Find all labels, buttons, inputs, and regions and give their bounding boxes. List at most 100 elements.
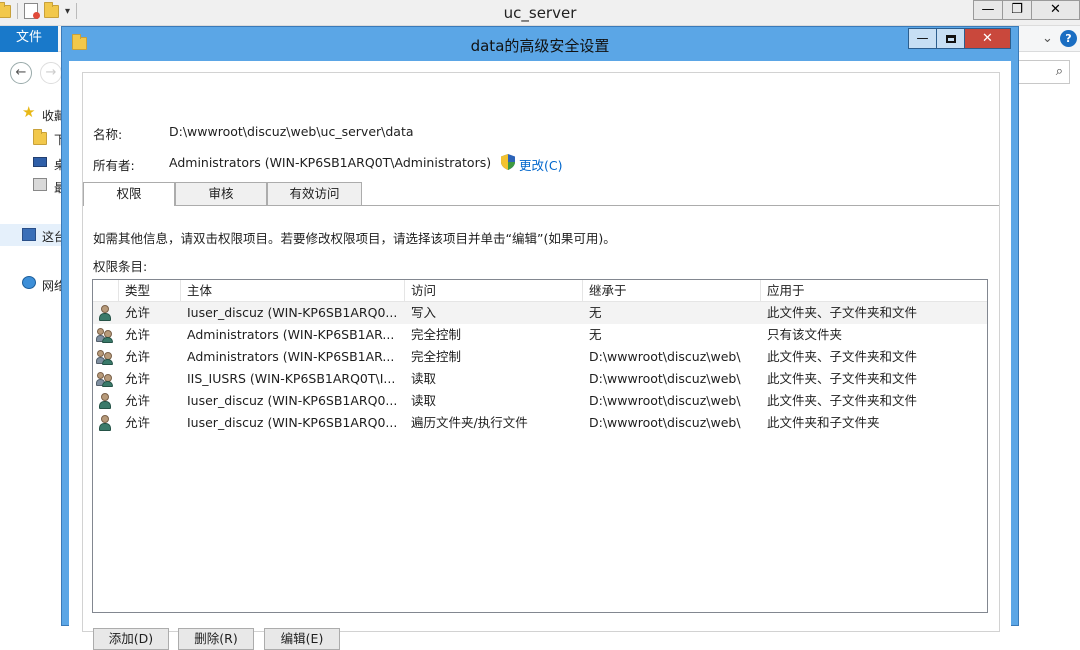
tab-strip: 权限 审核 有效访问 bbox=[83, 182, 999, 206]
column-header-inherited-from[interactable]: 继承于 bbox=[583, 280, 761, 302]
entry-applies-to: 此文件夹和子文件夹 bbox=[767, 415, 880, 430]
entry-inherited-from: 无 bbox=[589, 305, 602, 320]
chevron-down-icon[interactable]: ⌄ bbox=[1042, 31, 1053, 46]
dialog-title: data的高级安全设置 bbox=[470, 37, 610, 55]
column-header-principal[interactable]: 主体 bbox=[181, 280, 405, 302]
sidebar-item-recent[interactable]: 最 bbox=[0, 176, 62, 196]
search-icon: ⌕ bbox=[1055, 64, 1063, 79]
column-header-type[interactable]: 类型 bbox=[119, 280, 181, 302]
dialog-maximize-button[interactable] bbox=[936, 28, 965, 49]
info-text: 如需其他信息，请双击权限项目。若要修改权限项目，请选择该项目并单击“编辑”(如果… bbox=[93, 231, 616, 246]
tab-effective-access[interactable]: 有效访问 bbox=[267, 182, 362, 205]
entry-principal: IIS_IUSRS (WIN-KP6SB1ARQ0T\I... bbox=[187, 371, 396, 386]
network-icon bbox=[22, 276, 36, 289]
group-icon bbox=[96, 371, 113, 387]
entry-access: 完全控制 bbox=[411, 327, 462, 342]
entry-access: 写入 bbox=[411, 305, 437, 320]
explorer-titlebar: ▾ uc_server — ❐ ✕ bbox=[0, 0, 1080, 26]
table-row[interactable]: 允许 Administrators (WIN-KP6SB1AR... 完全控制 … bbox=[93, 346, 987, 368]
forward-button[interactable]: → bbox=[40, 62, 62, 84]
dialog-titlebar[interactable]: data的高级安全设置 — ✕ bbox=[62, 27, 1018, 61]
sidebar-item-label: 收藏 bbox=[42, 109, 62, 123]
sidebar-item-this-pc[interactable]: 这台 bbox=[0, 224, 62, 246]
back-button[interactable]: ← bbox=[10, 62, 32, 84]
list-header: 类型 主体 访问 继承于 应用于 bbox=[93, 280, 987, 302]
entry-inherited-from: D:\wwwroot\discuz\web\ bbox=[589, 393, 741, 408]
entry-inherited-from: D:\wwwroot\discuz\web\ bbox=[589, 371, 741, 386]
sidebar-item-desktop[interactable]: 桌 bbox=[0, 153, 62, 173]
entry-applies-to: 只有该文件夹 bbox=[767, 327, 843, 342]
uac-shield-icon bbox=[501, 154, 515, 170]
entry-access: 完全控制 bbox=[411, 349, 462, 364]
entry-type: 允许 bbox=[125, 349, 151, 364]
tab-auditing[interactable]: 审核 bbox=[175, 182, 267, 205]
advanced-security-dialog: data的高级安全设置 — ✕ 名称: D:\wwwroot\discuz\we… bbox=[61, 26, 1019, 650]
table-row[interactable]: 允许 Iuser_discuz (WIN-KP6SB1ARQ0... 写入 无 … bbox=[93, 302, 987, 324]
entry-type: 允许 bbox=[125, 415, 151, 430]
object-path: D:\wwwroot\discuz\web\uc_server\data bbox=[169, 124, 414, 139]
group-icon bbox=[96, 349, 113, 365]
file-tab[interactable]: 文件 bbox=[0, 26, 58, 52]
remove-button[interactable]: 删除(R) bbox=[178, 628, 254, 650]
help-icon[interactable]: ? bbox=[1060, 30, 1077, 47]
entry-inherited-from: D:\wwwroot\discuz\web\ bbox=[589, 415, 741, 430]
entry-type: 允许 bbox=[125, 305, 151, 320]
tab-permissions[interactable]: 权限 bbox=[83, 182, 175, 206]
search-box[interactable]: ⌕ bbox=[1017, 60, 1070, 84]
entry-type: 允许 bbox=[125, 393, 151, 408]
name-label: 名称: bbox=[93, 127, 123, 142]
table-row[interactable]: 允许 Administrators (WIN-KP6SB1AR... 完全控制 … bbox=[93, 324, 987, 346]
entry-access: 遍历文件夹/执行文件 bbox=[411, 415, 528, 430]
entry-applies-to: 此文件夹、子文件夹和文件 bbox=[767, 305, 918, 320]
table-row[interactable]: 允许 Iuser_discuz (WIN-KP6SB1ARQ0... 读取 D:… bbox=[93, 390, 987, 412]
column-header-applies-to[interactable]: 应用于 bbox=[761, 280, 987, 302]
table-row[interactable]: 允许 Iuser_discuz (WIN-KP6SB1ARQ0... 遍历文件夹… bbox=[93, 412, 987, 434]
star-icon: ★ bbox=[22, 104, 36, 121]
sidebar-item-label: 这台 bbox=[42, 230, 62, 244]
this-pc-icon bbox=[22, 228, 36, 241]
table-row[interactable]: 允许 IIS_IUSRS (WIN-KP6SB1ARQ0T\I... 读取 D:… bbox=[93, 368, 987, 390]
user-icon bbox=[97, 392, 113, 409]
dialog-minimize-button[interactable]: — bbox=[908, 28, 937, 49]
entry-access: 读取 bbox=[411, 371, 437, 386]
tab-divider bbox=[83, 205, 999, 206]
entry-principal: Administrators (WIN-KP6SB1AR... bbox=[187, 327, 395, 342]
permission-entries-list[interactable]: 类型 主体 访问 继承于 应用于 允许 Iuser_discuz (WIN-KP… bbox=[92, 279, 988, 613]
entry-access: 读取 bbox=[411, 393, 437, 408]
edit-button[interactable]: 编辑(E) bbox=[264, 628, 340, 650]
explorer-restore-button[interactable]: ❐ bbox=[1002, 0, 1032, 20]
dialog-close-button[interactable]: ✕ bbox=[964, 28, 1011, 49]
dialog-client-area: 名称: D:\wwwroot\discuz\web\uc_server\data… bbox=[69, 61, 1011, 650]
entry-applies-to: 此文件夹、子文件夹和文件 bbox=[767, 349, 918, 364]
sidebar-item-network[interactable]: 网络 bbox=[0, 274, 62, 294]
entry-applies-to: 此文件夹、子文件夹和文件 bbox=[767, 371, 918, 386]
permission-entries-label: 权限条目: bbox=[93, 259, 148, 274]
sidebar-item-downloads[interactable]: 下 bbox=[0, 128, 62, 148]
entry-principal: Iuser_discuz (WIN-KP6SB1ARQ0... bbox=[187, 393, 398, 408]
add-button[interactable]: 添加(D) bbox=[93, 628, 169, 650]
entry-type: 允许 bbox=[125, 371, 151, 386]
explorer-title: uc_server bbox=[503, 4, 577, 22]
user-icon bbox=[97, 304, 113, 321]
maximize-icon bbox=[945, 34, 956, 43]
entry-principal: Administrators (WIN-KP6SB1AR... bbox=[187, 349, 395, 364]
explorer-close-button[interactable]: ✕ bbox=[1031, 0, 1080, 20]
owner-label: 所有者: bbox=[93, 158, 135, 173]
change-owner-link[interactable]: 更改(C) bbox=[519, 155, 562, 174]
sidebar-item-favorites[interactable]: ★ 收藏 bbox=[0, 104, 62, 124]
owner-value: Administrators (WIN-KP6SB1ARQ0T\Administ… bbox=[169, 155, 492, 170]
group-icon bbox=[96, 327, 113, 343]
explorer-nav: ← → bbox=[0, 58, 62, 88]
sidebar-item-label: 网络 bbox=[42, 279, 62, 293]
recent-places-icon bbox=[33, 178, 47, 191]
entry-principal: Iuser_discuz (WIN-KP6SB1ARQ0... bbox=[187, 415, 398, 430]
desktop-icon bbox=[33, 157, 47, 167]
entry-inherited-from: D:\wwwroot\discuz\web\ bbox=[589, 349, 741, 364]
entry-inherited-from: 无 bbox=[589, 327, 602, 342]
explorer-minimize-button[interactable]: — bbox=[973, 0, 1003, 20]
column-header-icon bbox=[93, 280, 119, 302]
downloads-folder-icon bbox=[33, 129, 47, 145]
column-header-access[interactable]: 访问 bbox=[405, 280, 583, 302]
entry-principal: Iuser_discuz (WIN-KP6SB1ARQ0... bbox=[187, 305, 398, 320]
entry-type: 允许 bbox=[125, 327, 151, 342]
